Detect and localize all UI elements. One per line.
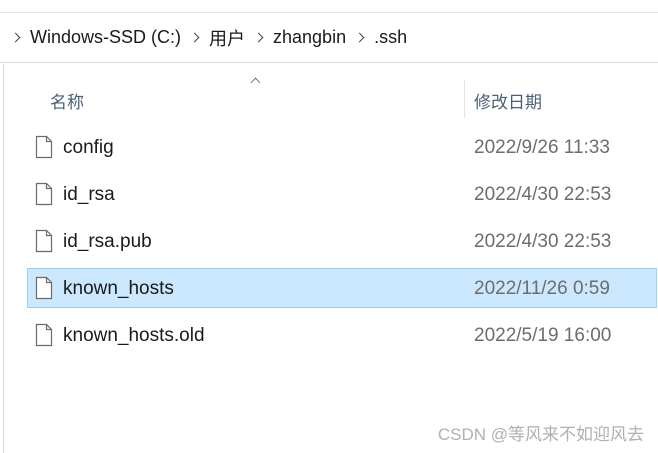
- file-date-modified: 2022/9/26 11:33: [474, 137, 610, 158]
- file-icon: [35, 229, 53, 253]
- breadcrumb-item-ssh[interactable]: .ssh: [372, 23, 409, 52]
- file-name: config: [63, 137, 114, 158]
- file-date-modified: 2022/11/26 0:59: [474, 278, 610, 299]
- breadcrumb-item-user[interactable]: zhangbin: [271, 23, 348, 52]
- chevron-right-icon[interactable]: [12, 32, 20, 44]
- column-header-name[interactable]: 名称: [50, 88, 84, 113]
- file-date-modified: 2022/4/30 22:53: [474, 184, 612, 205]
- file-row-config[interactable]: config 2022/9/26 11:33: [27, 127, 657, 167]
- breadcrumb-item-users[interactable]: 用户: [207, 21, 247, 55]
- file-date-modified: 2022/5/19 16:00: [474, 325, 612, 346]
- breadcrumb-item-drive[interactable]: Windows-SSD (C:): [28, 23, 183, 52]
- file-name: known_hosts.old: [63, 325, 205, 346]
- pane-divider: [3, 64, 4, 453]
- file-name: id_rsa: [63, 184, 115, 205]
- file-name: id_rsa.pub: [63, 231, 152, 252]
- file-row-known-hosts-old[interactable]: known_hosts.old 2022/5/19 16:00: [27, 315, 657, 355]
- file-explorer-window: Windows-SSD (C:) 用户 zhangbin .ssh 名称 修改日…: [0, 0, 658, 453]
- toolbar-strip: [0, 0, 658, 13]
- file-row-id-rsa[interactable]: id_rsa 2022/4/30 22:53: [27, 174, 657, 214]
- file-icon: [35, 182, 53, 206]
- address-bar[interactable]: Windows-SSD (C:) 用户 zhangbin .ssh: [0, 13, 658, 63]
- file-icon: [35, 135, 53, 159]
- column-divider[interactable]: [464, 80, 465, 118]
- column-header-date-modified[interactable]: 修改日期: [474, 88, 542, 113]
- file-row-id-rsa-pub[interactable]: id_rsa.pub 2022/4/30 22:53: [27, 221, 657, 261]
- file-row-known-hosts[interactable]: known_hosts 2022/11/26 0:59: [27, 268, 657, 308]
- file-icon: [35, 276, 53, 300]
- sort-ascending-icon: [250, 76, 260, 86]
- file-name: known_hosts: [63, 278, 174, 299]
- watermark: CSDN @等风来不如迎风去: [437, 425, 644, 444]
- chevron-right-icon[interactable]: [255, 32, 263, 44]
- column-header-row: 名称 修改日期: [4, 64, 658, 118]
- file-icon: [35, 323, 53, 347]
- chevron-right-icon[interactable]: [191, 32, 199, 44]
- chevron-right-icon[interactable]: [356, 32, 364, 44]
- file-date-modified: 2022/4/30 22:53: [474, 231, 612, 252]
